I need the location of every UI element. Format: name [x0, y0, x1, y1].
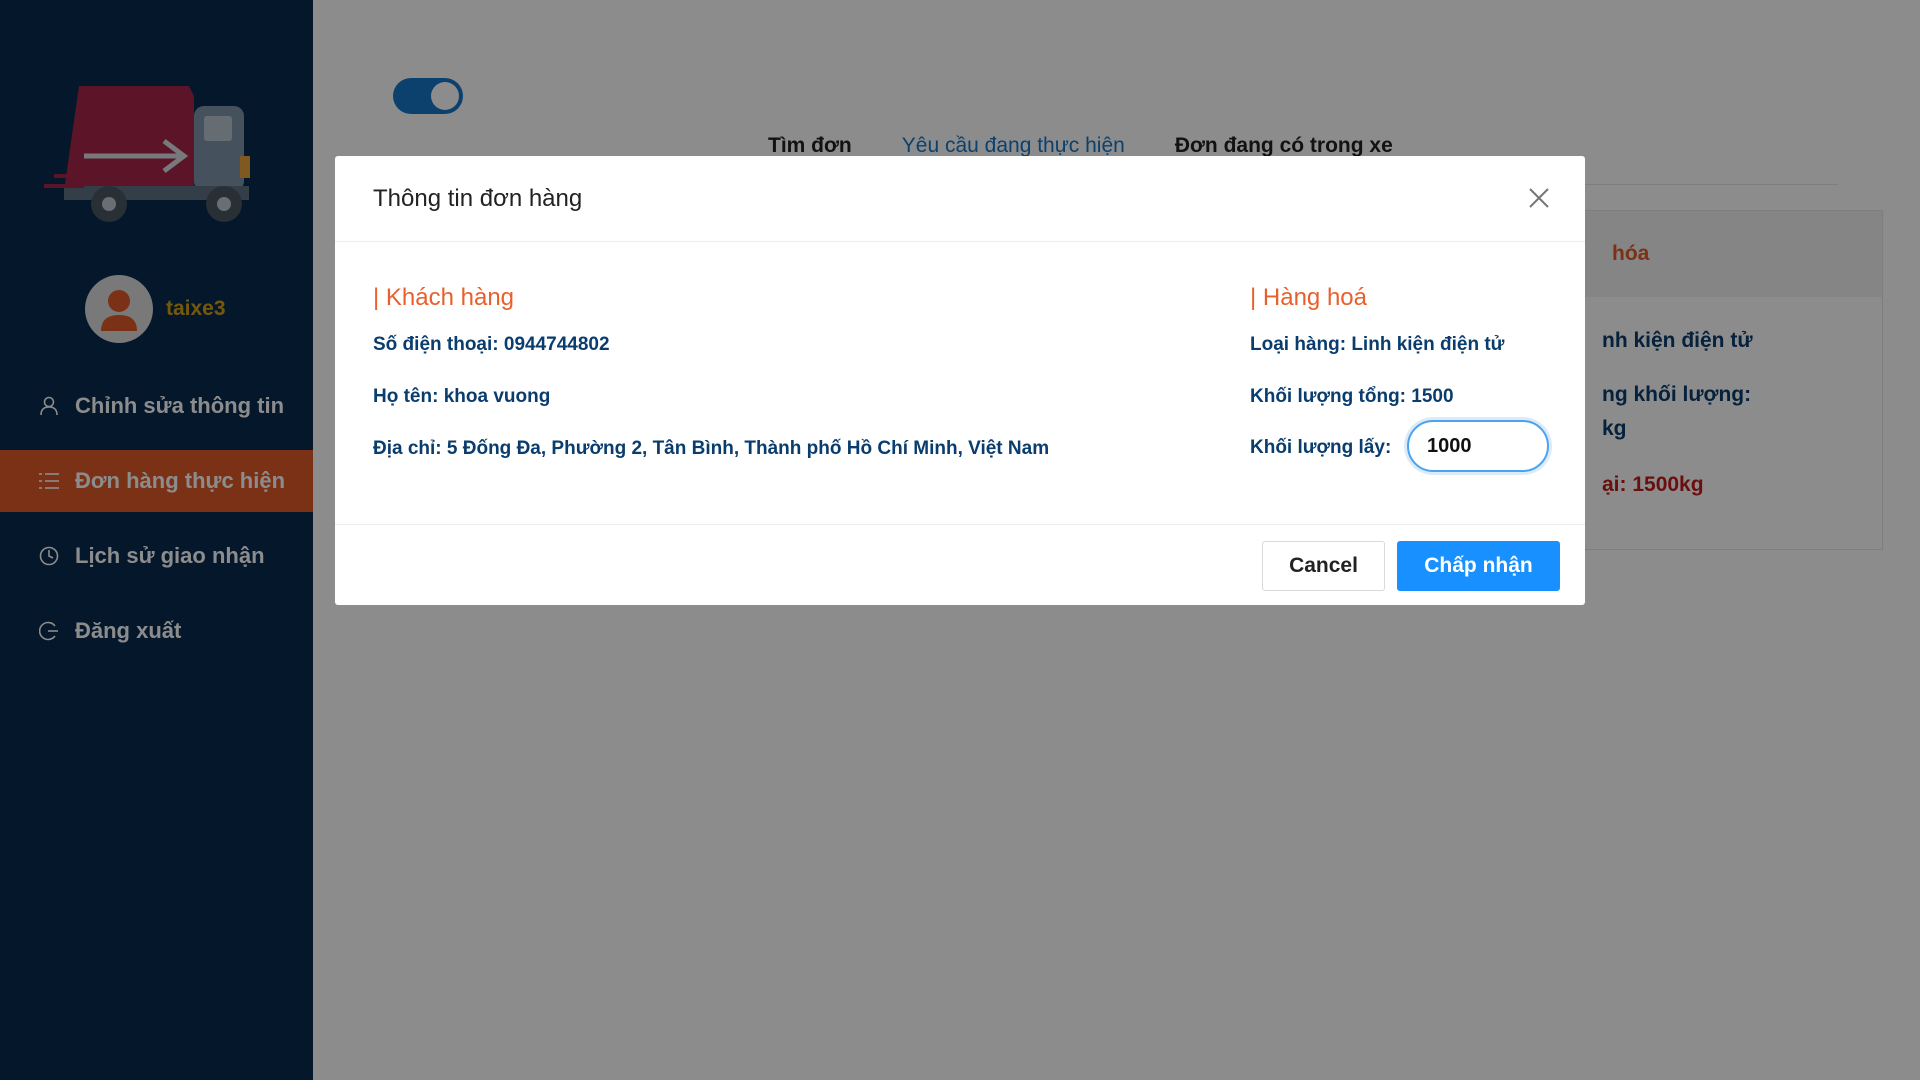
modal-body: | Khách hàng Số điện thoại: 0944744802 H… — [335, 242, 1585, 524]
modal-header: Thông tin đơn hàng — [335, 156, 1585, 242]
modal-footer: Cancel Chấp nhận — [335, 524, 1585, 605]
customer-phone: Số điện thoại: 0944744802 — [373, 334, 610, 355]
customer-name: Họ tên: khoa vuong — [373, 386, 551, 407]
goods-type: Loại hàng: Linh kiện điện tử — [1250, 334, 1505, 355]
modal-title: Thông tin đơn hàng — [373, 184, 583, 212]
goods-section-title: | Hàng hoá — [1250, 284, 1367, 311]
accept-button[interactable]: Chấp nhận — [1397, 541, 1560, 591]
goods-total-weight: Khối lượng tổng: 1500 — [1250, 386, 1454, 407]
close-icon[interactable] — [1523, 182, 1555, 214]
take-weight-label: Khối lượng lấy: — [1250, 437, 1392, 458]
order-info-modal: Thông tin đơn hàng | Khách hàng Số điện … — [335, 156, 1585, 605]
cancel-button[interactable]: Cancel — [1262, 541, 1385, 591]
take-weight-input[interactable] — [1407, 420, 1549, 472]
customer-section-title: | Khách hàng — [373, 284, 515, 311]
customer-address: Địa chỉ: 5 Đống Đa, Phường 2, Tân Bình, … — [373, 438, 1050, 459]
